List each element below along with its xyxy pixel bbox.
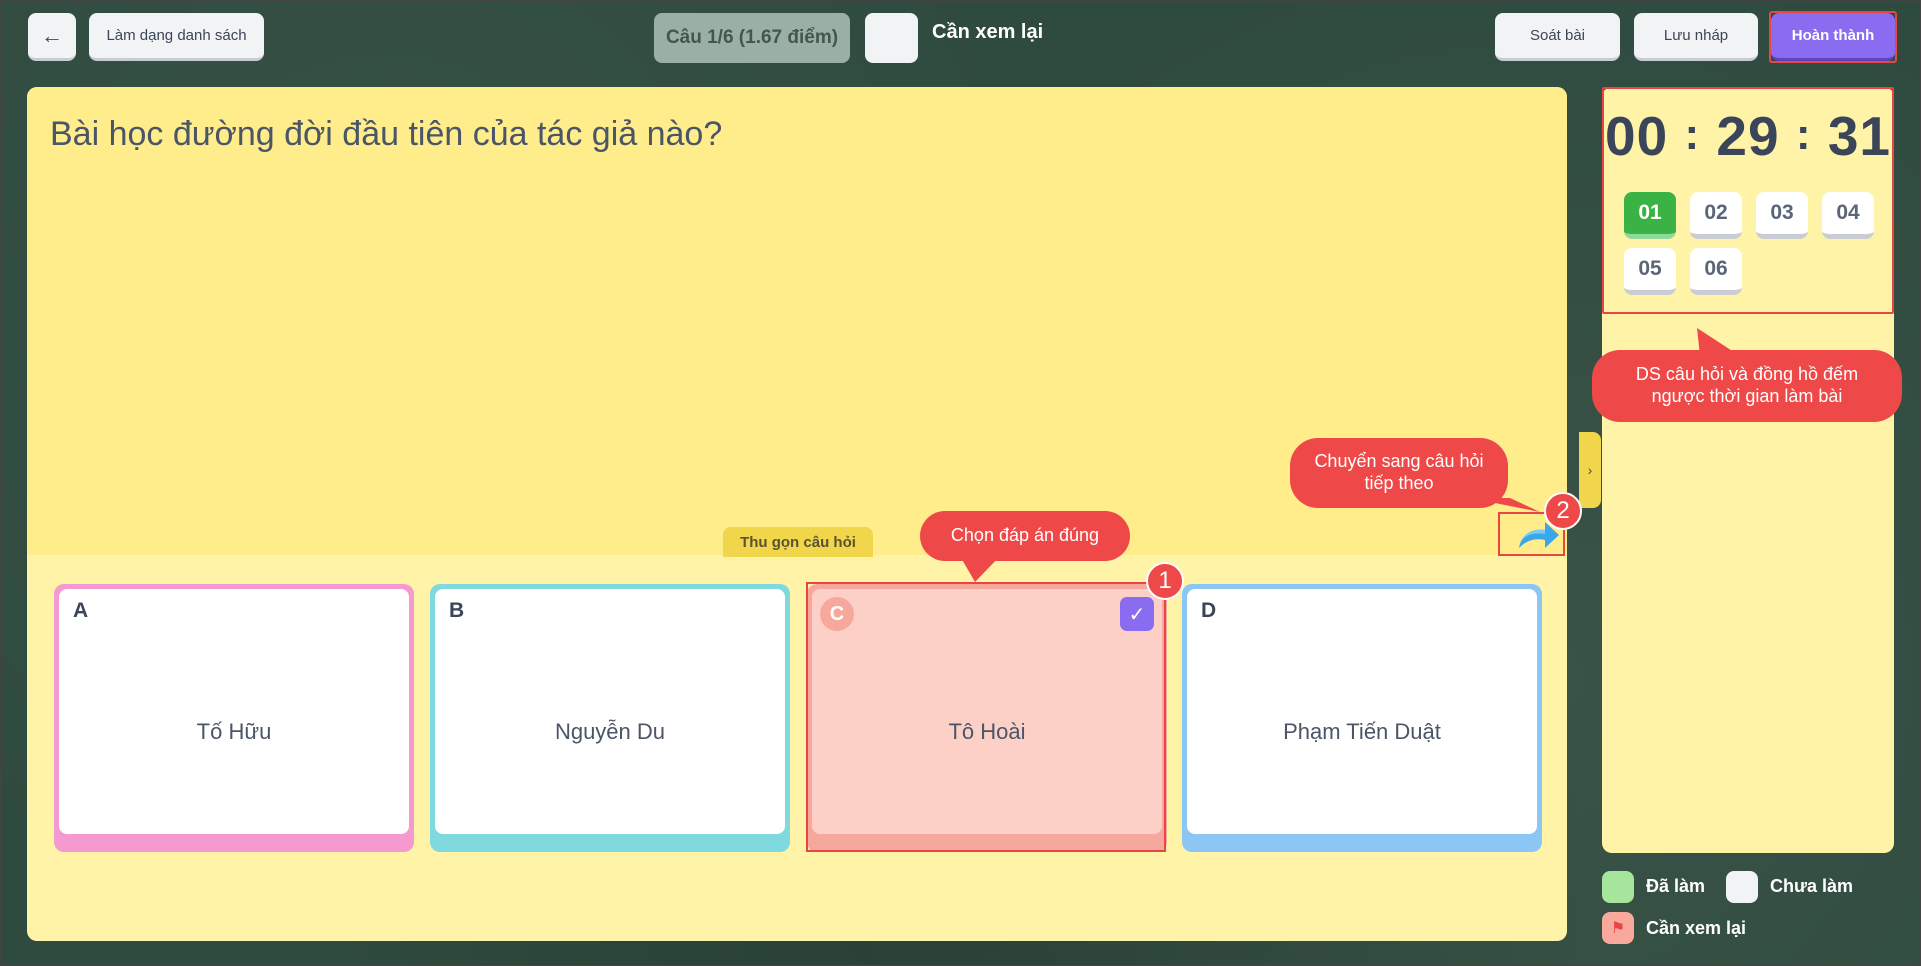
question-indicator: Câu 1/6 (1.67 điểm) xyxy=(654,13,850,63)
answer-letter: C xyxy=(820,597,854,631)
save-draft-button[interactable]: Lưu nháp xyxy=(1634,13,1758,61)
timer-sep: : xyxy=(1684,110,1701,159)
answer-letter: A xyxy=(73,599,89,622)
collapse-side-panel-button[interactable]: › xyxy=(1579,432,1601,508)
answer-card-a[interactable]: A Tố Hữu xyxy=(54,584,414,852)
timer-hours: 00 xyxy=(1605,105,1669,167)
question-number-01[interactable]: 01 xyxy=(1624,192,1676,239)
question-number-05[interactable]: 05 xyxy=(1624,248,1676,295)
review-label: Cần xem lại xyxy=(932,21,1044,43)
legend-review-swatch: ⚑ xyxy=(1602,912,1634,944)
check-icon: ✓ xyxy=(1120,597,1154,631)
finish-button[interactable]: Hoàn thành xyxy=(1771,13,1895,61)
step-badge-1: 1 xyxy=(1146,562,1184,600)
answer-card-d[interactable]: D Phạm Tiến Duật xyxy=(1182,584,1542,852)
legend-review-label: Cần xem lại xyxy=(1646,918,1747,938)
countdown-timer: 00 : 29 : 31 xyxy=(1602,104,1894,168)
question-number-04[interactable]: 04 xyxy=(1822,192,1874,239)
legend-done-label: Đã làm xyxy=(1646,876,1706,896)
check-button[interactable]: Soát bài xyxy=(1495,13,1620,61)
answer-card-b[interactable]: B Nguyễn Du xyxy=(430,584,790,852)
list-mode-button[interactable]: Làm dạng danh sách xyxy=(89,13,264,61)
flag-icon: ⚑ xyxy=(1610,920,1626,937)
question-text: Bài học đường đời đầu tiên của tác giả n… xyxy=(50,115,723,153)
callout-choose-answer: Chọn đáp án đúng xyxy=(920,511,1130,561)
answer-letter: B xyxy=(449,599,465,622)
answer-text: Tô Hoài xyxy=(948,719,1026,744)
timer-seconds: 31 xyxy=(1827,105,1891,167)
timer-minutes: 29 xyxy=(1716,105,1780,167)
arrow-left-icon: ← xyxy=(41,22,63,48)
legend-done-swatch xyxy=(1602,871,1634,903)
callout-side-panel: DS câu hỏi và đồng hồ đếm ngược thời gia… xyxy=(1592,350,1902,422)
answer-card-c[interactable]: C ✓ Tô Hoài xyxy=(807,584,1167,852)
answer-text: Nguyễn Du xyxy=(554,719,666,744)
question-number-06[interactable]: 06 xyxy=(1690,248,1742,295)
question-number-02[interactable]: 02 xyxy=(1690,192,1742,239)
legend-todo-swatch xyxy=(1726,871,1758,903)
answer-letter: D xyxy=(1201,599,1217,622)
review-checkbox[interactable] xyxy=(865,13,918,63)
callout-next-question: Chuyển sang câu hỏi tiếp theo xyxy=(1290,438,1508,508)
back-button[interactable]: ← xyxy=(28,13,76,61)
question-panel: Bài học đường đời đầu tiên của tác giả n… xyxy=(27,87,1567,941)
question-number-03[interactable]: 03 xyxy=(1756,192,1808,239)
legend-todo-label: Chưa làm xyxy=(1770,876,1854,896)
answer-text: Phạm Tiến Duật xyxy=(1283,719,1441,744)
collapse-question-button[interactable]: Thu gọn câu hỏi xyxy=(723,527,873,557)
chevron-right-icon: › xyxy=(1587,462,1593,478)
step-badge-2: 2 xyxy=(1544,492,1582,530)
answer-text: Tố Hữu xyxy=(196,719,272,744)
timer-sep: : xyxy=(1795,110,1812,159)
